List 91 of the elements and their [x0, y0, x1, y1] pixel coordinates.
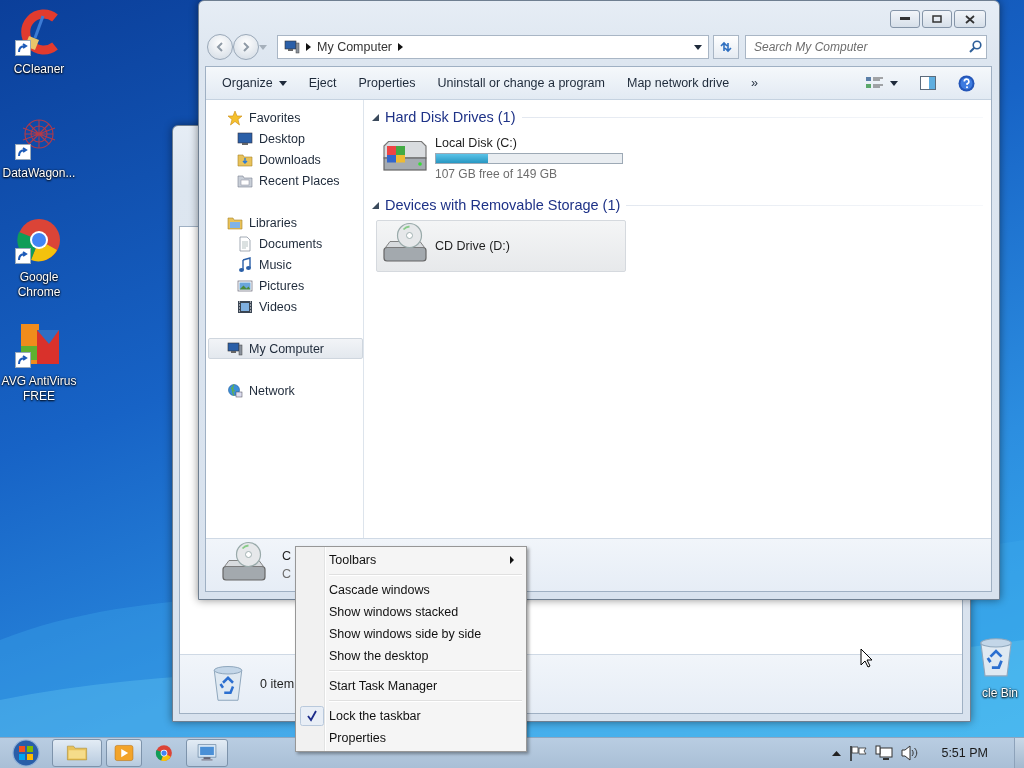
menu-item[interactable]: Start Task Manager	[298, 675, 524, 697]
drive-tile[interactable]: Local Disk (C:) 107 GB free of 149 GB	[376, 132, 626, 184]
view-list-icon	[866, 76, 884, 90]
address-bar[interactable]: My Computer	[277, 35, 709, 59]
command-button[interactable]: »	[741, 72, 769, 94]
media-player-icon	[113, 742, 135, 764]
network-icon	[875, 745, 894, 761]
minimize-button[interactable]	[890, 10, 920, 28]
search-field[interactable]: Search My Computer	[745, 35, 987, 59]
computer-icon	[227, 340, 243, 357]
desktop-icon-label[interactable]: DataWagon...	[0, 166, 78, 181]
submenu-arrow-icon	[510, 556, 514, 564]
taskbar-button[interactable]	[52, 739, 102, 767]
library-folder-icon	[227, 214, 243, 231]
up-arrow-icon	[832, 750, 842, 756]
menu-item[interactable]: Show windows side by side	[298, 623, 524, 645]
breadcrumb-arrow-icon[interactable]	[398, 43, 404, 51]
nav-item[interactable]: Libraries	[208, 212, 363, 233]
nav-item[interactable]: Network	[208, 380, 363, 401]
menu-item[interactable]: Properties	[298, 727, 524, 749]
taskbar-button[interactable]	[106, 739, 142, 767]
star-icon	[227, 109, 243, 126]
command-button[interactable]: Uninstall or change a program	[427, 72, 615, 94]
maximize-button[interactable]	[922, 10, 952, 28]
volume-button[interactable]	[901, 745, 920, 761]
menu-item[interactable]: Toolbars	[298, 549, 524, 571]
address-dropdown-icon	[694, 44, 702, 50]
network-globe-icon	[227, 382, 243, 399]
monitor-icon	[237, 130, 253, 147]
clock[interactable]: 5:51 PM	[941, 746, 988, 760]
menu-item[interactable]: Lock the taskbar	[298, 705, 524, 727]
drive-name: Local Disk (C:)	[435, 135, 518, 150]
desktop-icon-label[interactable]: CCleaner	[0, 62, 78, 77]
nav-item[interactable]: Downloads	[208, 149, 363, 170]
expanded-arrow-icon[interactable]	[372, 201, 379, 209]
menu-item[interactable]: Show windows stacked	[298, 601, 524, 623]
download-folder-icon	[237, 151, 253, 168]
breadcrumb-arrow-icon[interactable]	[306, 43, 311, 51]
drive-tile[interactable]: CD Drive (D:)	[376, 220, 626, 272]
picture-icon	[237, 277, 253, 294]
flag-icon	[849, 745, 868, 761]
taskbar-button[interactable]	[186, 739, 228, 767]
help-icon	[958, 74, 975, 92]
nav-item[interactable]: Desktop	[208, 128, 363, 149]
menu-item[interactable]: Show the desktop	[298, 645, 524, 667]
maximize-icon	[932, 15, 942, 23]
document-icon	[237, 235, 253, 252]
caret-icon	[890, 80, 898, 86]
network-button[interactable]	[875, 745, 894, 761]
nav-item[interactable]: Documents	[208, 233, 363, 254]
nav-item[interactable]: Pictures	[208, 275, 363, 296]
expanded-arrow-icon[interactable]	[372, 113, 379, 121]
preview-pane-icon	[920, 76, 936, 90]
nav-item[interactable]: Videos	[208, 296, 363, 317]
breadcrumb-item[interactable]: My Computer	[317, 40, 393, 54]
flag-button[interactable]	[849, 745, 868, 761]
group-header[interactable]: Hard Disk Drives (1)	[385, 109, 516, 125]
film-icon	[237, 298, 253, 315]
nav-item[interactable]: Recent Places	[208, 170, 363, 191]
colored-circle-icon	[155, 744, 173, 762]
close-icon	[965, 14, 975, 24]
details-type: C	[282, 567, 292, 581]
command-button[interactable]: Properties	[348, 72, 426, 94]
status-text: 0 item	[260, 677, 295, 691]
folder-icon	[66, 742, 88, 764]
show-hidden-icons-button[interactable]	[832, 750, 842, 756]
details-name: C	[282, 549, 292, 563]
desktop-icon-label[interactable]: AVG AntiVirus FREE	[0, 374, 78, 404]
nav-item[interactable]: Music	[208, 254, 363, 275]
speaker-icon	[901, 745, 920, 761]
computer-icon	[284, 39, 300, 55]
desktop-icon-label[interactable]: Google Chrome	[0, 270, 78, 300]
menu-item[interactable]: Cascade windows	[298, 579, 524, 601]
music-note-icon	[237, 256, 253, 273]
command-button[interactable]: Organize	[212, 72, 297, 94]
group-header[interactable]: Devices with Removable Storage (1)	[385, 197, 621, 213]
command-button[interactable]: Eject	[298, 72, 347, 94]
colored-circle-icon	[15, 216, 63, 264]
minimize-icon	[900, 17, 910, 21]
nav-item[interactable]: Favorites	[208, 107, 363, 128]
remote-screen-icon	[196, 742, 218, 764]
refresh-icon	[719, 41, 733, 53]
windows-logo-icon	[9, 739, 43, 767]
search-icon[interactable]	[969, 40, 982, 53]
refresh-button[interactable]	[713, 35, 739, 59]
free-space-text: 107 GB free of 149 GB	[435, 166, 559, 181]
drive-name: CD Drive (D:)	[435, 239, 510, 253]
close-button[interactable]	[954, 10, 986, 28]
nav-item[interactable]: My Computer	[208, 338, 363, 359]
command-button[interactable]: Map network drive	[616, 72, 740, 94]
folder-icon	[237, 172, 253, 189]
